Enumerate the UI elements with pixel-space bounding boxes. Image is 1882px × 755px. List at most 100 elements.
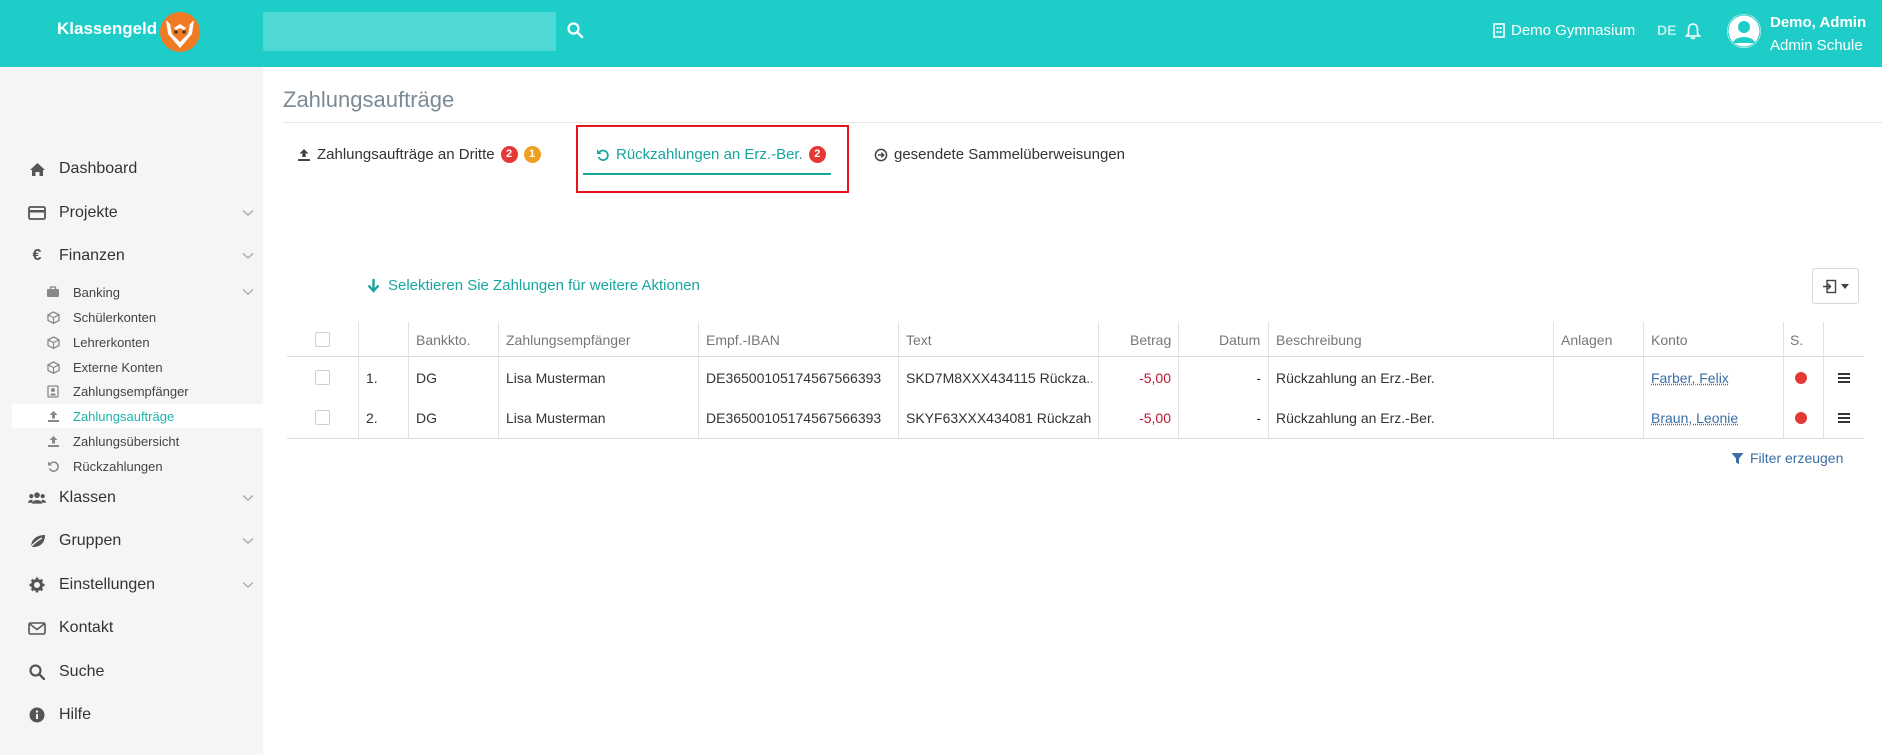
cell-description: Rückzahlung an Erz.-Ber. [1276,410,1435,426]
avatar[interactable] [1727,14,1761,48]
sidebar-item-label: Dashboard [59,160,138,177]
user-icon [1727,14,1761,48]
home-icon [28,160,46,178]
column-header-text[interactable]: Text [906,332,932,348]
row-checkbox[interactable] [315,410,330,425]
column-header-beschreibung[interactable]: Beschreibung [1276,332,1362,348]
sidebar-subitem-zahlungsempfaenger[interactable]: Zahlungsempfänger [12,379,263,403]
cell-recipient: Lisa Musterman [506,410,606,426]
column-header-betrag[interactable]: Betrag [1130,332,1171,348]
cell-iban: DE36500105174567566393 [706,410,882,426]
cell-bankkonto: DG [416,370,437,386]
upload-icon [46,409,60,423]
cell-amount: -5,00 [1139,370,1171,386]
sidebar-subitem-label: Schülerkonten [73,309,157,325]
tab-zahlungsauftraege-an-dritte[interactable]: Zahlungsaufträge an Dritte 2 1 [296,146,541,163]
cell-description: Rückzahlung an Erz.-Ber. [1276,370,1435,386]
sidebar-item-einstellungen[interactable]: Einstellungen [0,567,263,603]
row-checkbox[interactable] [315,370,330,385]
bell-icon[interactable] [1685,22,1701,40]
sidebar-item-finanzen[interactable]: € Finanzen [0,238,263,274]
filter-label: Filter erzeugen [1750,450,1844,466]
selection-hint: Selektieren Sie Zahlungen für weitere Ak… [367,277,700,294]
filter-button[interactable]: Filter erzeugen [1731,450,1843,466]
column-header-zahlungsempfaenger[interactable]: Zahlungsempfänger [506,332,631,348]
upload-icon [296,147,311,162]
cube-icon [46,335,60,349]
search-icon[interactable] [566,21,584,39]
sidebar-subitem-label: Rückzahlungen [73,458,163,474]
status-dot [1795,412,1807,424]
sidebar: Dashboard Projekte € Finanzen Banking Sc… [0,67,263,755]
contact-card-icon [46,384,60,398]
sidebar-item-label: Kontakt [59,619,114,636]
sidebar-item-label: Finanzen [59,247,125,264]
sidebar-subitem-externe-konten[interactable]: Externe Konten [12,355,263,379]
column-header-datum[interactable]: Datum [1219,332,1260,348]
sidebar-subitem-zahlungsuebersicht[interactable]: Zahlungsübersicht [12,429,263,453]
arrow-circle-right-icon [873,147,888,162]
cell-text: SKYF63XXX434081 Rückzahl... [906,410,1092,426]
chevron-down-icon [242,288,254,295]
search-icon [28,663,46,681]
user-name[interactable]: Demo, Admin [1770,14,1866,31]
chevron-down-icon [242,209,254,216]
sidebar-item-kontakt[interactable]: Kontakt [0,610,263,646]
sidebar-item-gruppen[interactable]: Gruppen [0,523,263,559]
sidebar-subitem-rueckzahlungen[interactable]: Rückzahlungen [12,454,263,478]
table-row[interactable]: 1. DG Lisa Musterman DE36500105174567566… [287,358,1864,398]
sidebar-subitem-schuelerkonten[interactable]: Schülerkonten [12,305,263,329]
sidebar-item-suche[interactable]: Suche [0,654,263,690]
credit-card-icon [28,204,46,222]
export-dropdown-button[interactable] [1812,268,1859,304]
sidebar-subitem-label: Zahlungsempfänger [73,383,189,399]
select-all-checkbox[interactable] [315,332,330,347]
account-link[interactable]: Farber, Felix [1651,370,1729,386]
column-header-anlagen[interactable]: Anlagen [1561,332,1612,348]
tab-label: Zahlungsaufträge an Dritte [317,146,495,163]
school-selector[interactable]: Demo Gymnasium [1493,22,1635,39]
sidebar-item-label: Projekte [59,204,118,221]
column-header-iban[interactable]: Empf.-IBAN [706,332,780,348]
tab-label: gesendete Sammelüberweisungen [894,146,1125,163]
account-link[interactable]: Braun, Leonie [1651,410,1738,426]
sidebar-subitem-label: Zahlungsübersicht [73,433,180,449]
row-number: 1. [366,370,378,386]
sidebar-subitem-banking[interactable]: Banking [12,280,263,304]
undo-icon [46,459,60,473]
sidebar-item-projekte[interactable]: Projekte [0,195,263,231]
cube-icon [46,310,60,324]
menu-icon[interactable] [1838,413,1850,423]
euro-icon: € [32,247,42,264]
column-header-konto[interactable]: Konto [1651,332,1688,348]
sidebar-subitem-zahlungsauftraege[interactable]: Zahlungsaufträge [12,404,263,428]
chevron-down-icon [242,252,254,259]
sidebar-item-label: Einstellungen [59,576,156,593]
cell-date: - [1256,410,1261,426]
sidebar-subitem-label: Externe Konten [73,359,163,375]
column-header-status[interactable]: S. [1790,332,1803,348]
language-switch[interactable]: DE [1657,22,1676,38]
sidebar-item-hilfe[interactable]: Hilfe [0,697,263,733]
sidebar-subitem-label: Banking [73,284,120,300]
info-icon [28,706,46,724]
column-header-bankkonto[interactable]: Bankkto. [416,332,470,348]
sidebar-item-label: Klassen [59,489,116,506]
sidebar-subitem-label: Zahlungsaufträge [73,408,175,424]
sidebar-subitem-lehrerkonten[interactable]: Lehrerkonten [12,330,263,354]
search-input[interactable] [263,12,556,51]
arrow-down-icon [367,279,380,293]
fox-logo-icon[interactable] [154,10,206,54]
filter-icon [1731,452,1744,464]
highlight-box [576,125,849,193]
envelope-icon [28,619,46,637]
briefcase-icon [46,285,60,299]
menu-icon[interactable] [1838,373,1850,383]
building-icon [1493,23,1505,38]
sidebar-item-dashboard[interactable]: Dashboard [0,151,263,187]
table-row[interactable]: 2. DG Lisa Musterman DE36500105174567566… [287,398,1864,438]
sidebar-item-klassen[interactable]: Klassen [0,480,263,516]
tab-gesendete-sammelueberweisungen[interactable]: gesendete Sammelüberweisungen [873,146,1125,163]
brand-name[interactable]: Klassengeld [57,19,157,39]
status-dot [1795,372,1807,384]
